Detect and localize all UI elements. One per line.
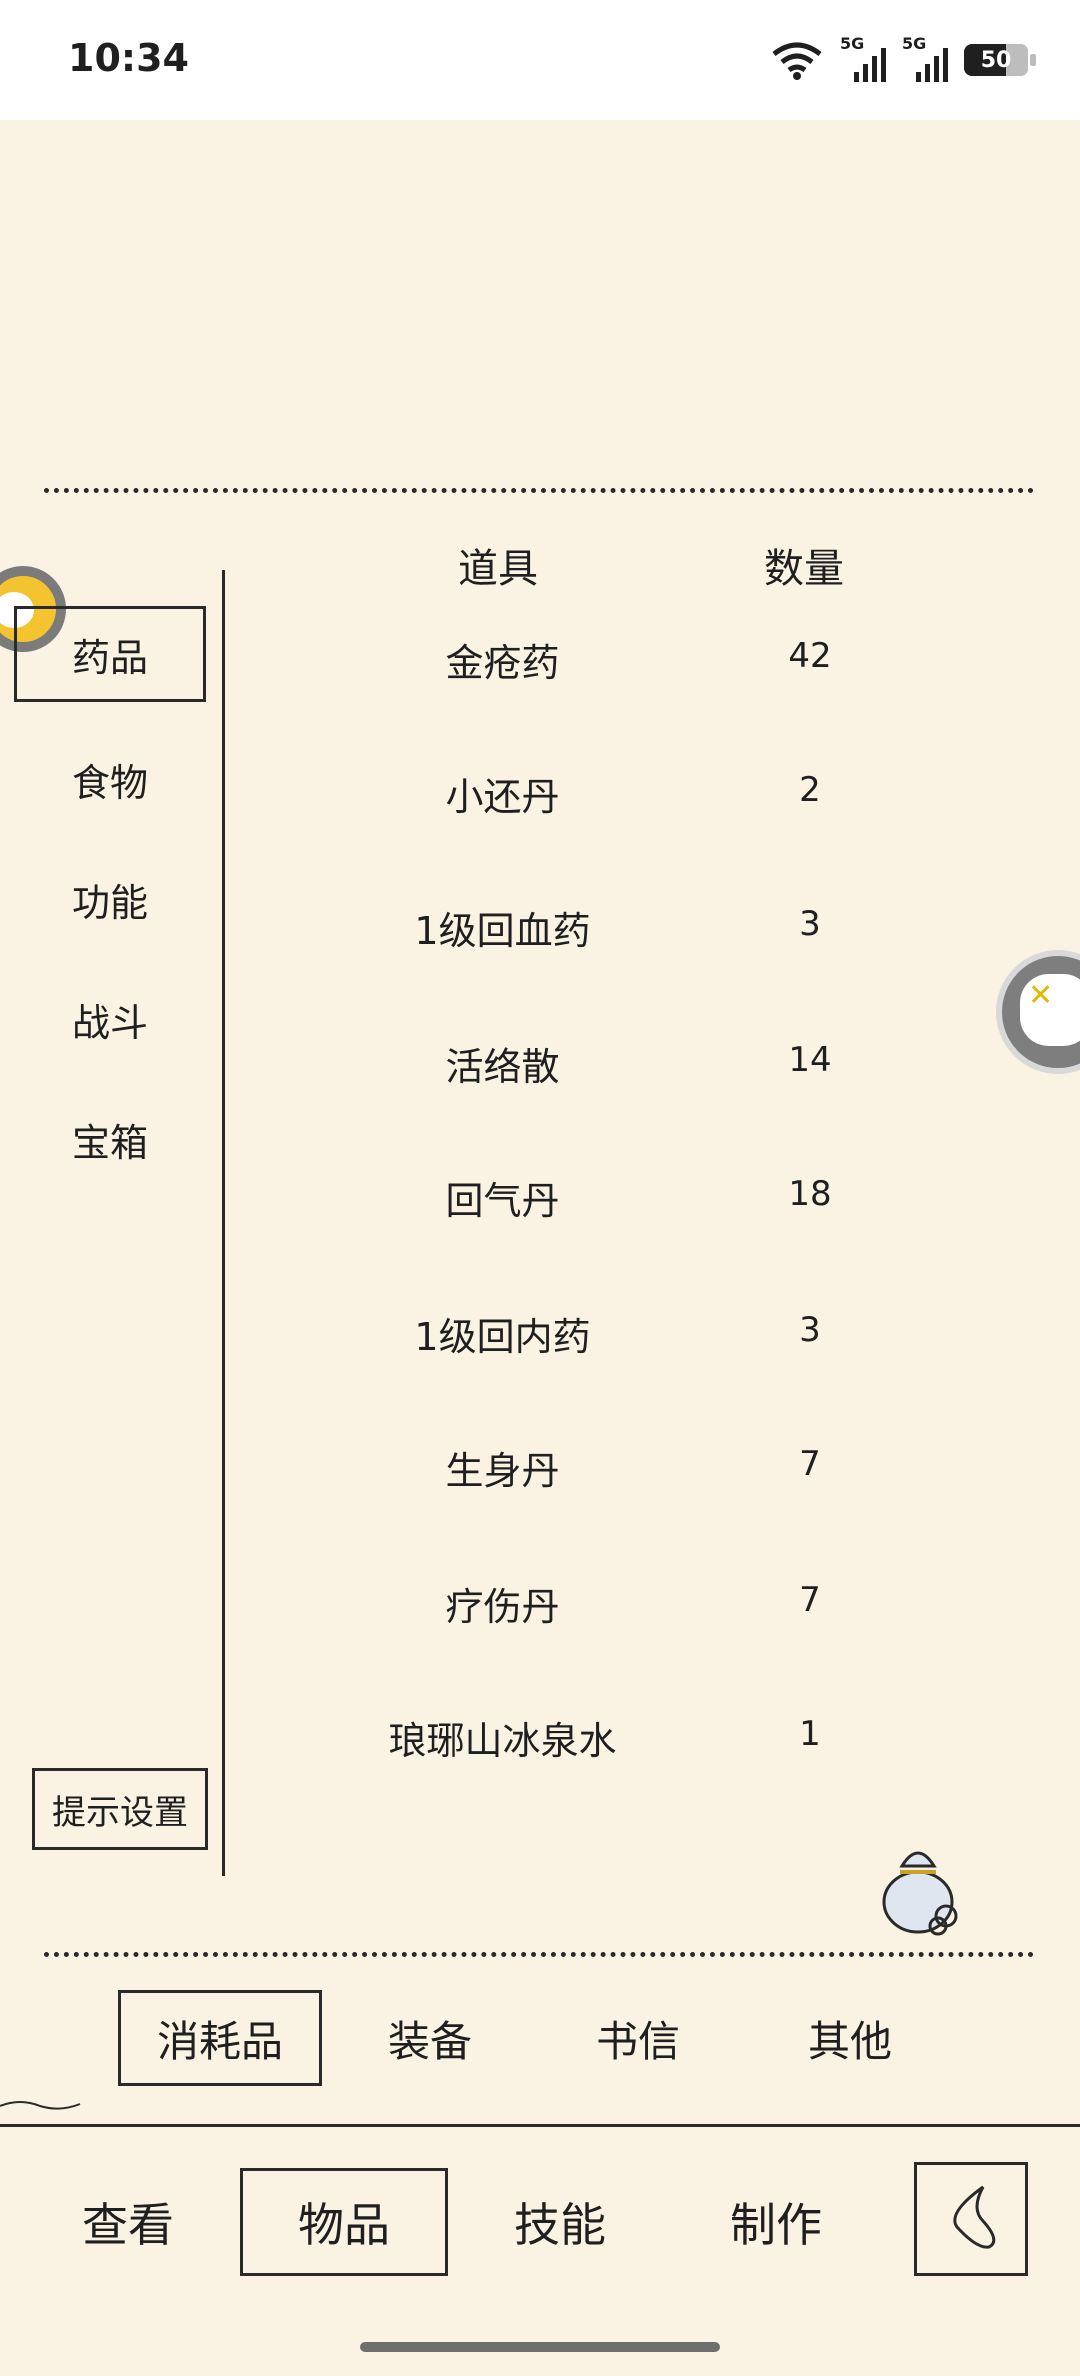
battery-level: 50 — [980, 47, 1012, 73]
nav-items[interactable]: 物品 — [240, 2168, 448, 2276]
item-qty: 3 — [799, 904, 821, 944]
item-name: 1级回血药 — [414, 909, 591, 953]
bottom-divider — [44, 1952, 1034, 1957]
top-divider — [44, 488, 1034, 493]
tab-letters[interactable]: 书信 — [570, 1990, 706, 2086]
item-name: 活络散 — [445, 1045, 560, 1089]
item-qty: 42 — [788, 636, 832, 676]
category-function[interactable]: 功能 — [60, 872, 160, 927]
home-indicator[interactable] — [360, 2342, 720, 2352]
item-qty: 18 — [788, 1174, 832, 1214]
category-food[interactable]: 食物 — [60, 752, 160, 807]
item-qty: 7 — [799, 1580, 821, 1620]
game-controller-icon[interactable]: ✕ — [996, 950, 1080, 1074]
column-header-item: 道具 — [458, 546, 538, 592]
back-button[interactable] — [914, 2162, 1028, 2276]
item-name: 琅琊山冰泉水 — [388, 1719, 617, 1763]
wifi-icon — [772, 42, 822, 80]
item-name: 生身丹 — [445, 1449, 560, 1493]
status-bar: 10:34 5G 5G 50 — [0, 0, 1080, 120]
item-bag-icon[interactable] — [876, 1836, 966, 1936]
category-chest[interactable]: 宝箱 — [60, 1112, 160, 1167]
hint-settings-button[interactable]: 提示设置 — [32, 1768, 208, 1850]
bottom-separator — [0, 2124, 1080, 2127]
item-qty: 2 — [799, 770, 821, 810]
tab-consumables[interactable]: 消耗品 — [118, 1990, 322, 2086]
tab-equipment[interactable]: 装备 — [362, 1990, 498, 2086]
item-qty: 3 — [799, 1310, 821, 1350]
category-medicine[interactable]: 药品 — [14, 606, 206, 702]
item-qty: 14 — [788, 1040, 832, 1080]
signal-icon-1: 5G — [840, 34, 886, 82]
nav-view[interactable]: 查看 — [60, 2168, 196, 2276]
signal-icon-2: 5G — [902, 34, 948, 82]
column-header-qty: 数量 — [764, 546, 844, 592]
item-name: 回气丹 — [445, 1179, 560, 1223]
category-label: 药品 — [71, 635, 148, 680]
battery-icon: 50 — [964, 44, 1036, 76]
status-icons: 5G 5G 50 — [770, 34, 1036, 82]
category-separator — [222, 570, 225, 1876]
tab-others[interactable]: 其他 — [782, 1990, 918, 2086]
back-arrow-icon — [953, 2185, 996, 2249]
item-name: 疗伤丹 — [445, 1585, 560, 1629]
category-battle[interactable]: 战斗 — [60, 992, 160, 1047]
item-name: 金疮药 — [445, 641, 560, 685]
nav-craft[interactable]: 制作 — [708, 2168, 844, 2276]
item-name: 1级回内药 — [414, 1315, 591, 1359]
item-name: 小还丹 — [445, 775, 560, 819]
status-time: 10:34 — [68, 36, 189, 80]
item-qty: 1 — [799, 1714, 821, 1754]
nav-skills[interactable]: 技能 — [492, 2168, 628, 2276]
item-qty: 7 — [799, 1444, 821, 1484]
